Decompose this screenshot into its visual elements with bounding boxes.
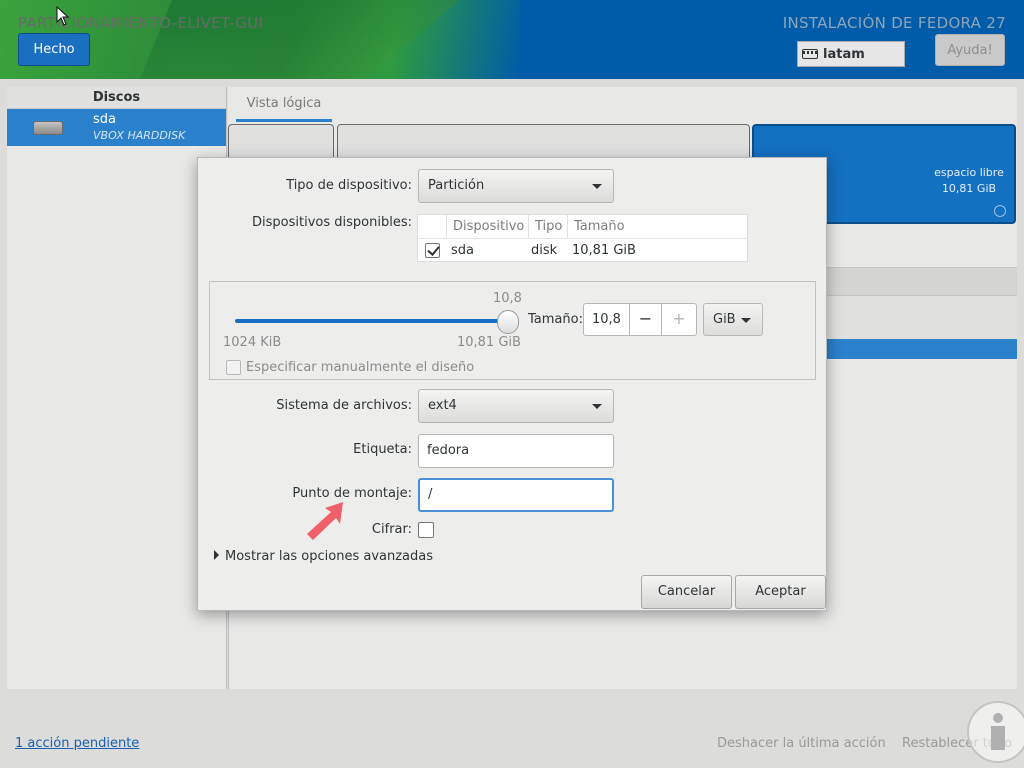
cancel-button[interactable]: Cancelar bbox=[641, 575, 732, 609]
device-size-cell: 10,81 GiB bbox=[572, 243, 636, 258]
help-button[interactable]: Ayuda! bbox=[935, 34, 1005, 66]
watermark-logo bbox=[967, 701, 1024, 763]
partition-dialog: Tipo de dispositivo: Partición Dispositi… bbox=[197, 157, 827, 611]
pending-actions-link[interactable]: 1 acción pendiente bbox=[15, 736, 139, 751]
done-button[interactable]: Hecho bbox=[18, 33, 90, 66]
mount-point-label: Punto de montaje: bbox=[292, 486, 412, 501]
device-name-cell: sda bbox=[451, 243, 474, 258]
filesystem-value: ext4 bbox=[428, 398, 457, 413]
size-unit-value: GiB bbox=[713, 312, 736, 327]
install-title: INSTALACIÓN DE FEDORA 27 bbox=[782, 14, 1006, 32]
encrypt-label: Cifrar: bbox=[371, 522, 412, 537]
size-input[interactable]: 10,8 bbox=[583, 303, 630, 336]
device-type-value: Partición bbox=[428, 178, 485, 193]
slider-max-label: 10,81 GiB bbox=[457, 335, 521, 350]
top-header: PARTICIONAMIENTO-ELIVET-GUI Hecho INSTAL… bbox=[0, 0, 1024, 79]
filesystem-label: Sistema de archivos: bbox=[276, 398, 412, 413]
label-input[interactable]: fedora bbox=[418, 434, 614, 468]
advanced-options-toggle[interactable]: Mostrar las opciones avanzadas bbox=[214, 549, 433, 564]
devices-table: Dispositivo Tipo Tamaño sda disk 10,81 G… bbox=[417, 214, 748, 262]
chevron-down-icon bbox=[592, 404, 602, 409]
available-devices-label: Dispositivos disponibles: bbox=[252, 215, 412, 230]
mount-point-input[interactable]: / bbox=[418, 478, 614, 512]
size-unit-select[interactable]: GiB bbox=[703, 303, 763, 336]
advanced-options-label: Mostrar las opciones avanzadas bbox=[225, 549, 434, 564]
device-type-label: Tipo de dispositivo: bbox=[286, 178, 412, 193]
device-type-cell: disk bbox=[531, 243, 558, 258]
column-header-device: Dispositivo bbox=[446, 215, 528, 238]
free-space-label: espacio libre bbox=[934, 166, 1004, 179]
keyboard-icon bbox=[802, 49, 818, 59]
size-label: Tamaño: bbox=[528, 312, 583, 327]
column-header-type: Tipo bbox=[528, 215, 568, 238]
tab-logical-view[interactable]: Vista lógica bbox=[236, 87, 332, 122]
device-checkbox[interactable] bbox=[425, 243, 440, 258]
size-frame: 10,8 1024 KiB 10,81 GiB Tamaño: 10,8 − +… bbox=[209, 281, 816, 380]
selected-row-highlight bbox=[827, 339, 1017, 359]
manual-layout-checkbox[interactable] bbox=[226, 360, 241, 375]
label-field-label: Etiqueta: bbox=[353, 442, 412, 457]
chevron-down-icon bbox=[592, 184, 602, 189]
manual-layout-label: Especificar manualmente el diseño bbox=[246, 360, 475, 375]
details-header-strip bbox=[827, 267, 1017, 295]
mouse-cursor-icon bbox=[56, 6, 70, 26]
filesystem-select[interactable]: ext4 bbox=[418, 389, 614, 423]
device-type-select[interactable]: Partición bbox=[418, 169, 614, 203]
page-title: PARTICIONAMIENTO-ELIVET-GUI bbox=[18, 14, 264, 32]
details-strip bbox=[827, 295, 1017, 339]
free-space-radio[interactable] bbox=[994, 205, 1006, 217]
keyboard-layout-indicator[interactable]: latam bbox=[797, 41, 905, 67]
disks-panel: Discos sda VBOX HARDDISK bbox=[7, 87, 227, 689]
accept-button[interactable]: Aceptar bbox=[735, 575, 826, 609]
hard-disk-icon bbox=[33, 121, 63, 135]
size-slider-handle[interactable] bbox=[497, 310, 519, 334]
column-header-size: Tamaño bbox=[567, 215, 748, 238]
size-increase-button[interactable]: + bbox=[661, 303, 697, 336]
undo-button[interactable]: Deshacer la última acción bbox=[717, 736, 886, 751]
disk-name: sda bbox=[93, 112, 116, 127]
free-space-size: 10,81 GiB bbox=[941, 182, 997, 195]
disk-item-sda[interactable]: sda VBOX HARDDISK bbox=[7, 109, 226, 146]
expander-arrow-icon bbox=[214, 550, 219, 560]
disk-model: VBOX HARDDISK bbox=[93, 129, 186, 142]
keyboard-layout-label: latam bbox=[823, 46, 865, 62]
disks-header: Discos bbox=[7, 87, 226, 109]
chevron-down-icon bbox=[741, 318, 751, 323]
size-decrease-button[interactable]: − bbox=[629, 303, 662, 336]
slider-min-label: 1024 KiB bbox=[223, 335, 282, 350]
size-slider-track[interactable] bbox=[235, 319, 510, 323]
annotation-arrow-icon bbox=[307, 502, 343, 540]
encrypt-checkbox[interactable] bbox=[418, 522, 434, 538]
slider-current-value: 10,8 bbox=[493, 291, 522, 306]
